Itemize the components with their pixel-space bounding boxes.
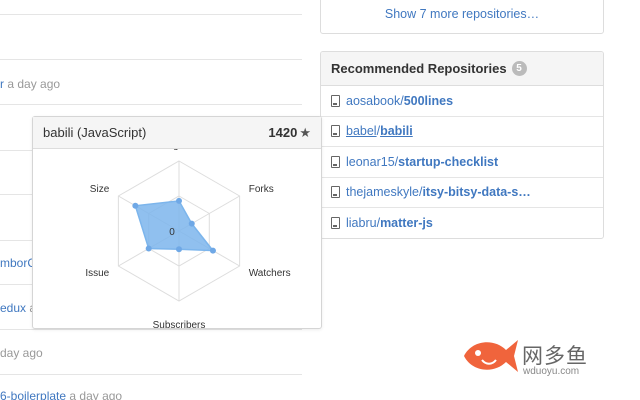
repo-owner[interactable]: liabru (346, 216, 377, 230)
radar-axis-label: Size (90, 184, 110, 195)
radar-point (145, 245, 152, 252)
star-icon: ★ (299, 124, 311, 140)
radar-axis-label: Forks (249, 184, 274, 195)
hovercard-title: babili (JavaScript) (43, 125, 147, 140)
repo-owner[interactable]: aosabook (346, 94, 400, 108)
radar-point (176, 197, 182, 204)
feed-divider (0, 14, 302, 15)
repo-name[interactable]: itsy-bitsy-data-s… (422, 185, 530, 199)
radar-chart: 0 Stargazers Forks Watchers Subscribers Issue… (85, 149, 291, 329)
hovercard-star-count: 1420 ★ (268, 125, 311, 141)
repo-item[interactable]: babel / babili (321, 117, 603, 147)
star-count-value: 1420 (268, 125, 298, 140)
repo-owner[interactable]: thejameskyle (346, 185, 419, 199)
feed-link[interactable]: 6-boilerplate (0, 389, 66, 400)
radar-point (176, 246, 182, 253)
feed-entry: 6-boilerplate a day ago (0, 389, 122, 400)
watermark-subtext: wduoyu.com (523, 366, 580, 377)
radar-center-label: 0 (169, 227, 175, 238)
feed-link[interactable]: edux (0, 301, 26, 315)
feed-entry: r a day ago (0, 77, 60, 91)
feed-link[interactable]: r (0, 77, 4, 91)
feed-divider (0, 59, 302, 60)
repo-icon (331, 186, 340, 199)
repo-name[interactable]: babili (380, 124, 413, 138)
recommended-header: Recommended Repositories 5 (321, 52, 603, 86)
feed-timestamp: a day ago (7, 77, 61, 91)
repo-icon (331, 217, 340, 230)
radar-point (132, 202, 139, 209)
radar-point (188, 220, 195, 227)
repo-name[interactable]: matter-js (380, 216, 433, 230)
repo-item[interactable]: aosabook/500lines (321, 86, 603, 117)
repo-owner[interactable]: leonar15 (346, 155, 395, 169)
feed-entry: edux a (0, 301, 36, 315)
radar-axis-label: Issue (85, 268, 109, 279)
feed-divider (0, 329, 302, 330)
show-more-repositories-link[interactable]: Show 7 more repositories… (385, 7, 539, 21)
radar-point (209, 247, 216, 254)
repo-name[interactable]: startup-checklist (398, 155, 498, 169)
repo-item[interactable]: leonar15/startup-checklist (321, 147, 603, 178)
repo-icon (331, 155, 340, 168)
feed-timestamp: a day ago (69, 389, 123, 400)
feed-timestamp: day ago (0, 346, 43, 360)
radar-axis-label: Subscribers (153, 320, 206, 329)
repo-icon (331, 94, 340, 107)
repo-icon (331, 125, 340, 138)
repo-item[interactable]: liabru / matter-js (321, 208, 603, 238)
radar-axis-label: Watchers (249, 268, 291, 279)
fish-logo-icon (464, 340, 518, 372)
radar-axis-label: Stargazers (155, 149, 203, 151)
show-more-box: Show 7 more repositories… (320, 0, 604, 34)
repo-owner[interactable]: babel (346, 124, 377, 138)
repo-hovercard: babili (JavaScript) 1420 ★ 0 Stargazers Fo… (32, 116, 322, 329)
feed-divider (0, 104, 302, 105)
hovercard-header: babili (JavaScript) 1420 ★ (33, 117, 321, 149)
feed-divider (0, 374, 302, 375)
recommended-count-badge: 5 (511, 61, 527, 76)
repo-name[interactable]: 500lines (404, 94, 453, 108)
recommended-title: Recommended Repositories (331, 61, 507, 76)
feed-entry: day ago (0, 346, 43, 360)
repo-item[interactable]: thejameskyle / itsy-bitsy-data-s… (321, 178, 603, 208)
recommended-repositories-panel: Recommended Repositories 5 aosabook/500l… (320, 51, 604, 239)
